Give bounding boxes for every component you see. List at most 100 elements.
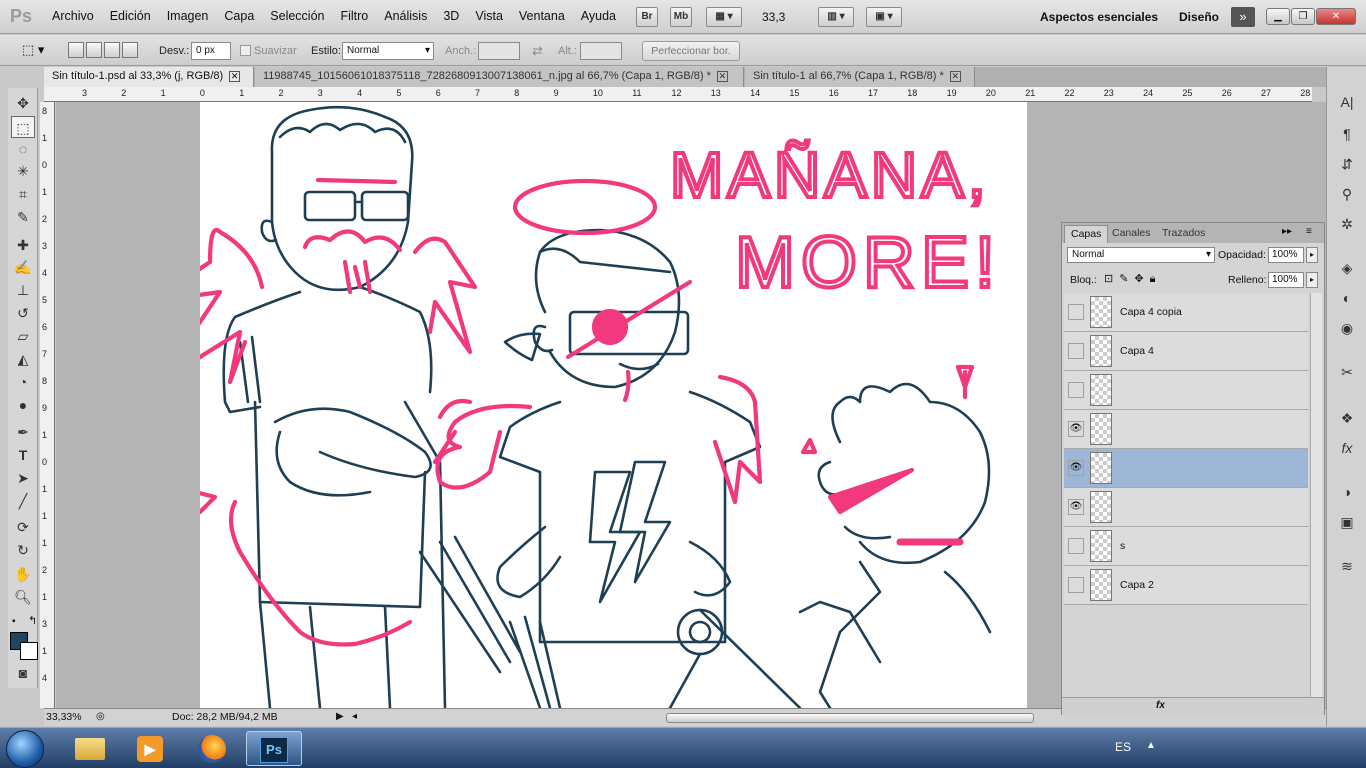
opacity-slider-icon[interactable]: ▸ bbox=[1306, 247, 1318, 263]
tools-panel-icon[interactable]: ✂ bbox=[1336, 361, 1358, 383]
fx-icon[interactable]: fx bbox=[1156, 700, 1165, 711]
tab-document-1[interactable]: Sin título-1.psd al 33,3% (j, RGB/8) ✕ bbox=[44, 67, 254, 87]
refine-edge-button[interactable]: Perfeccionar bor. bbox=[642, 41, 740, 61]
tab-canales[interactable]: Canales bbox=[1106, 225, 1157, 243]
layer-row[interactable]: 👁︎ bbox=[1064, 488, 1308, 527]
document-canvas[interactable]: MAÑANA, MORE! bbox=[147, 102, 1027, 708]
fill-input[interactable]: 100% bbox=[1268, 272, 1304, 288]
lasso-tool-icon[interactable]: ◌ bbox=[11, 138, 35, 160]
eye-icon[interactable]: 👁︎ bbox=[1068, 499, 1084, 515]
character-panel-icon[interactable]: A| bbox=[1336, 91, 1358, 113]
status-menu-icon[interactable]: ◎ bbox=[96, 711, 105, 722]
actions-panel-icon[interactable]: ⚲ bbox=[1336, 183, 1358, 205]
zoom-level[interactable]: 33,3 bbox=[762, 10, 785, 24]
menu-seleccion[interactable]: Selección bbox=[262, 9, 332, 23]
background-color-swatch[interactable] bbox=[20, 642, 38, 660]
hand-tool-icon[interactable]: ✋ bbox=[11, 563, 35, 585]
menu-edicion[interactable]: Edición bbox=[102, 9, 159, 23]
opacity-input[interactable]: 100% bbox=[1268, 247, 1304, 263]
fill-slider-icon[interactable]: ▸ bbox=[1306, 272, 1318, 288]
collapse-panel-icon[interactable]: ▸▸ bbox=[1282, 226, 1292, 237]
menu-vista[interactable]: Vista bbox=[467, 9, 511, 23]
healing-brush-icon[interactable]: ✚ bbox=[11, 234, 35, 256]
intersect-selection-icon[interactable] bbox=[122, 42, 138, 58]
layer-row[interactable]: Capa 4 bbox=[1064, 332, 1308, 371]
paragraph-panel-icon[interactable]: ¶ bbox=[1336, 123, 1358, 145]
layer-row[interactable] bbox=[1064, 371, 1308, 410]
styles-panel-icon[interactable]: ❖ bbox=[1336, 407, 1358, 429]
visibility-toggle[interactable] bbox=[1068, 304, 1084, 320]
blend-mode-select[interactable]: Normal ▾ bbox=[1067, 247, 1215, 263]
panel-menu-icon[interactable]: ≡ bbox=[1306, 226, 1312, 237]
explorer-icon[interactable] bbox=[62, 731, 118, 766]
tab-capas[interactable]: Capas bbox=[1064, 225, 1109, 243]
menu-ayuda[interactable]: Ayuda bbox=[573, 9, 624, 23]
magic-wand-icon[interactable]: ✳ bbox=[11, 160, 35, 182]
brush-tool-icon[interactable]: ✍ bbox=[11, 256, 35, 278]
eraser-tool-icon[interactable]: ▱ bbox=[11, 325, 35, 347]
workspace-design[interactable]: Diseño bbox=[1179, 10, 1219, 24]
antialias-checkbox[interactable] bbox=[240, 45, 251, 56]
clone-source-icon[interactable]: ◑ bbox=[1336, 481, 1358, 503]
crop-tool-icon[interactable]: ⌗ bbox=[11, 183, 35, 205]
scroll-left-icon[interactable]: ◂ bbox=[352, 711, 357, 722]
paint-bucket-icon[interactable]: ◭ bbox=[11, 348, 35, 370]
layers-scrollbar[interactable] bbox=[1310, 293, 1322, 698]
mini-bridge-button[interactable]: Mb bbox=[670, 7, 692, 27]
layer-row[interactable]: 👁︎ bbox=[1064, 410, 1308, 449]
swap-colors-icon[interactable]: ↰ bbox=[28, 614, 37, 627]
3d-orbit-icon[interactable]: ↻ bbox=[11, 539, 35, 561]
eyedropper-icon[interactable]: ✎ bbox=[11, 206, 35, 228]
visibility-toggle[interactable] bbox=[1068, 382, 1084, 398]
minimize-icon[interactable]: ▁ bbox=[1266, 8, 1290, 25]
width-input[interactable] bbox=[478, 42, 520, 60]
default-colors-icon[interactable]: ▪ bbox=[12, 616, 16, 627]
arrange-documents-button[interactable]: ▥ ▾ bbox=[818, 7, 854, 27]
tray-arrow-icon[interactable]: ▲ bbox=[1146, 740, 1156, 751]
photoshop-taskbar-button[interactable]: Ps bbox=[246, 731, 302, 766]
history-panel-icon[interactable]: ⇵ bbox=[1336, 153, 1358, 175]
menu-filtro[interactable]: Filtro bbox=[332, 9, 376, 23]
move-tool-icon[interactable]: ✥ bbox=[11, 92, 35, 114]
mask-square-icon[interactable]: ▣ bbox=[1336, 511, 1358, 533]
masks-panel-icon[interactable]: ◉ bbox=[1336, 317, 1358, 339]
more-workspaces-icon[interactable]: » bbox=[1231, 7, 1255, 27]
horizontal-scrollbar[interactable] bbox=[666, 713, 1034, 723]
dodge-tool-icon[interactable]: ◔ bbox=[11, 371, 35, 393]
layers-panel-icon[interactable]: ◈ bbox=[1336, 257, 1358, 279]
marquee-tool-icon[interactable]: ⬚ bbox=[11, 116, 35, 138]
visibility-toggle[interactable] bbox=[1068, 538, 1084, 554]
close-icon[interactable]: ✕ bbox=[716, 70, 728, 82]
media-player-icon[interactable]: ▶ bbox=[122, 731, 178, 766]
eye-icon[interactable]: 👁︎ bbox=[1068, 421, 1084, 437]
type-tool-icon[interactable]: T bbox=[11, 444, 35, 466]
menu-archivo[interactable]: Archivo bbox=[44, 9, 102, 23]
close-icon[interactable]: ✕ bbox=[229, 70, 241, 82]
firefox-icon[interactable] bbox=[184, 731, 240, 766]
layer-row[interactable]: 👁︎ bbox=[1064, 449, 1308, 488]
start-button[interactable] bbox=[6, 730, 44, 768]
status-arrow-icon[interactable]: ▶ bbox=[336, 711, 344, 722]
menu-ventana[interactable]: Ventana bbox=[511, 9, 573, 23]
layer-row[interactable]: Capa 2 bbox=[1064, 566, 1308, 605]
layer-row[interactable]: Capa 4 copia bbox=[1064, 293, 1308, 332]
brush-presets-icon[interactable]: ≋ bbox=[1336, 555, 1358, 577]
language-indicator[interactable]: ES bbox=[1115, 740, 1131, 754]
lock-icons[interactable]: ⊡✎✥🔒︎ bbox=[1104, 272, 1162, 286]
new-selection-icon[interactable] bbox=[68, 42, 84, 58]
layer-row[interactable]: s bbox=[1064, 527, 1308, 566]
zoom-status[interactable]: 33,33% bbox=[46, 711, 82, 723]
line-tool-icon[interactable]: ╱ bbox=[11, 490, 35, 512]
screen-mode-button[interactable]: ▣ ▾ bbox=[866, 7, 902, 27]
subtract-selection-icon[interactable] bbox=[104, 42, 120, 58]
visibility-toggle[interactable] bbox=[1068, 577, 1084, 593]
tool-preset-icon[interactable]: ⬚ ▾ bbox=[22, 42, 52, 60]
close-icon[interactable]: ✕ bbox=[1316, 8, 1356, 25]
menu-imagen[interactable]: Imagen bbox=[159, 9, 217, 23]
adjustments-panel-icon[interactable]: ◐ bbox=[1336, 287, 1358, 309]
pen-tool-icon[interactable]: ✒ bbox=[11, 421, 35, 443]
quick-mask-icon[interactable]: ◙ bbox=[11, 662, 35, 684]
stamp-tool-icon[interactable]: ⊥ bbox=[11, 279, 35, 301]
3d-rotate-icon[interactable]: ⟳ bbox=[11, 516, 35, 538]
tab-trazados[interactable]: Trazados bbox=[1156, 225, 1211, 243]
